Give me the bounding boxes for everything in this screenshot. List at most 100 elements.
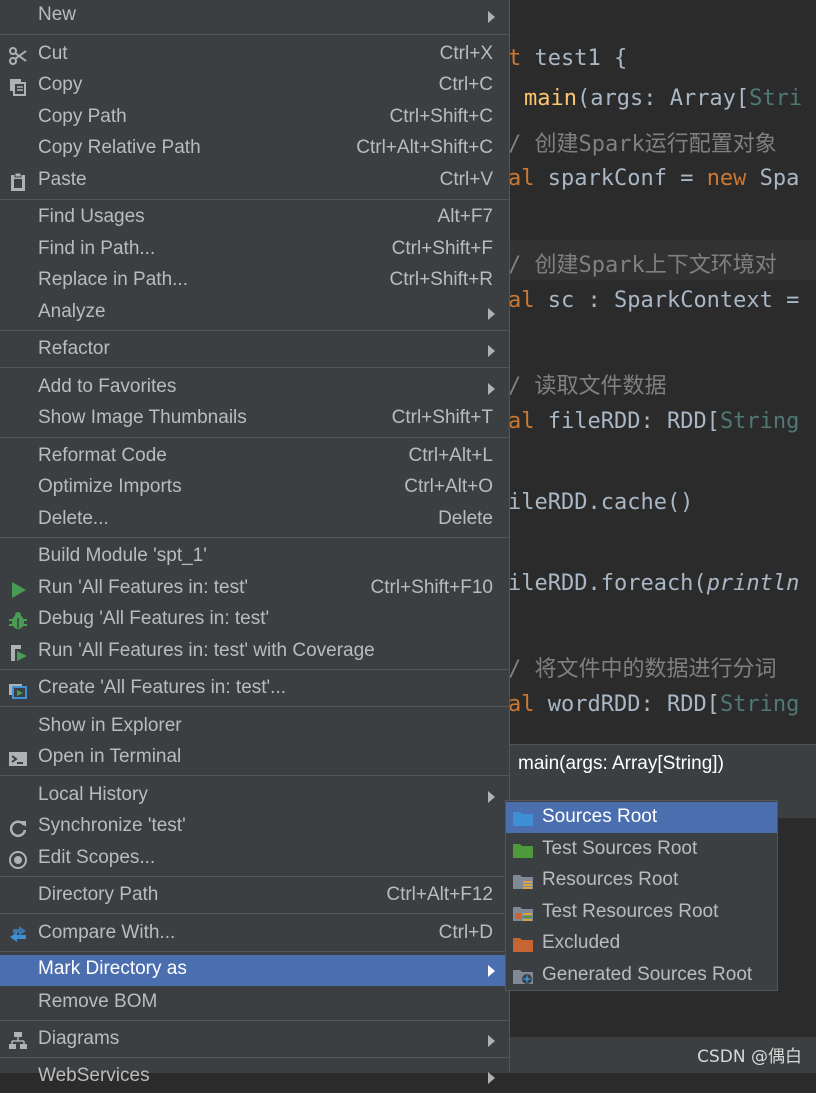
- menu-item-analyze[interactable]: Analyze: [0, 298, 509, 329]
- excluded-folder-icon: [513, 936, 533, 952]
- menu-separator: [0, 1057, 509, 1058]
- menu-item-label: Remove BOM: [38, 991, 158, 1012]
- menu-item-label: Synchronize 'test': [38, 815, 186, 836]
- shortcut-label: Delete: [438, 508, 493, 529]
- menu-item-replace-in-path[interactable]: Replace in Path... Ctrl+Shift+R: [0, 266, 509, 297]
- menu-item-label: Add to Favorites: [38, 376, 177, 397]
- menu-item-label: Build Module 'spt_1': [38, 545, 207, 566]
- submenu-item-label: Test Resources Root: [542, 901, 719, 922]
- menu-item-synchronize[interactable]: Synchronize 'test': [0, 812, 509, 843]
- menu-item-label: Mark Directory as: [38, 958, 187, 979]
- submenu-item-label: Generated Sources Root: [542, 964, 753, 985]
- menu-item-refactor[interactable]: Refactor: [0, 335, 509, 366]
- menu-item-label: Create 'All Features in: test'...: [38, 677, 287, 698]
- shortcut-label: Alt+F7: [437, 206, 493, 227]
- breadcrumb[interactable]: main(args: Array[String]): [508, 744, 816, 783]
- context-menu: New Cut Ctrl+X Copy Ctrl+C Copy Path Ctr…: [0, 0, 510, 1086]
- menu-item-optimize-imports[interactable]: Optimize Imports Ctrl+Alt+O: [0, 473, 509, 504]
- menu-item-copy[interactable]: Copy Ctrl+C: [0, 71, 509, 102]
- menu-item-label: Paste: [38, 169, 87, 190]
- menu-item-label: Run 'All Features in: test' with Coverag…: [38, 640, 375, 661]
- menu-item-edit-scopes[interactable]: Edit Scopes...: [0, 844, 509, 875]
- code-line: al sparkConf = new Spa: [508, 166, 799, 191]
- menu-item-show-in-explorer[interactable]: Show in Explorer: [0, 712, 509, 743]
- submenu-item-label: Test Sources Root: [542, 838, 698, 859]
- diagram-icon: [8, 1031, 28, 1051]
- submenu-item-sources-root[interactable]: Sources Root: [506, 802, 777, 833]
- shortcut-label: Ctrl+Shift+F10: [370, 577, 494, 598]
- submenu-item-resources-root[interactable]: Resources Root: [506, 865, 777, 896]
- menu-item-label: Local History: [38, 784, 148, 805]
- menu-item-label: Copy: [38, 74, 83, 95]
- menu-item-label: Compare With...: [38, 922, 176, 943]
- menu-item-label: Reformat Code: [38, 445, 167, 466]
- menu-item-webservices[interactable]: WebServices: [0, 1062, 509, 1093]
- menu-item-open-in-terminal[interactable]: Open in Terminal: [0, 743, 509, 774]
- type-name: String: [719, 692, 800, 717]
- code-line: al sc : SparkContext =: [508, 288, 799, 313]
- menu-separator: [0, 706, 509, 707]
- menu-item-delete[interactable]: Delete... Delete: [0, 505, 509, 536]
- menu-item-paste[interactable]: Paste Ctrl+V: [0, 166, 509, 197]
- menu-item-add-to-favorites[interactable]: Add to Favorites: [0, 373, 509, 404]
- menu-item-mark-directory-as[interactable]: Mark Directory as: [0, 955, 509, 986]
- menu-item-label: Copy Path: [38, 106, 127, 127]
- terminal-icon: [8, 749, 28, 769]
- menu-item-directory-path[interactable]: Directory Path Ctrl+Alt+F12: [0, 881, 509, 912]
- menu-item-label: Directory Path: [38, 884, 159, 905]
- code-line: main(args: Array[Stri: [524, 86, 802, 111]
- menu-item-reformat-code[interactable]: Reformat Code Ctrl+Alt+L: [0, 442, 509, 473]
- submenu-arrow-icon: [488, 11, 495, 23]
- menu-item-local-history[interactable]: Local History: [0, 781, 509, 812]
- submenu-item-excluded[interactable]: Excluded: [506, 928, 777, 959]
- menu-item-label: New: [38, 4, 77, 25]
- watermark: CSDN @偶白: [697, 1047, 802, 1067]
- code-text: println: [706, 571, 800, 596]
- menu-item-run-with-coverage[interactable]: Run 'All Features in: test' with Coverag…: [0, 637, 509, 668]
- menu-item-label: Delete...: [38, 508, 109, 529]
- menu-separator: [0, 913, 509, 914]
- copy-icon: [8, 77, 28, 97]
- code-line: al fileRDD: RDD[String: [508, 409, 799, 434]
- shortcut-label: Ctrl+Shift+C: [389, 106, 493, 127]
- menu-item-copy-path[interactable]: Copy Path Ctrl+Shift+C: [0, 103, 509, 134]
- submenu-item-generated-sources-root[interactable]: Generated Sources Root: [506, 960, 777, 991]
- menu-item-remove-bom[interactable]: Remove BOM: [0, 988, 509, 1019]
- menu-item-run[interactable]: Run 'All Features in: test' Ctrl+Shift+F…: [0, 574, 509, 605]
- menu-item-label: Cut: [38, 43, 68, 64]
- type-name: Stri: [749, 86, 803, 111]
- submenu-arrow-icon: [488, 345, 495, 357]
- code-text: (args: Array[: [576, 86, 750, 111]
- menu-item-diagrams[interactable]: Diagrams: [0, 1025, 509, 1056]
- resources-folder-icon: [513, 873, 533, 889]
- menu-item-debug[interactable]: Debug 'All Features in: test': [0, 605, 509, 636]
- menu-item-compare-with[interactable]: Compare With... Ctrl+D: [0, 919, 509, 950]
- keyword: al: [508, 409, 535, 434]
- menu-item-find-usages[interactable]: Find Usages Alt+F7: [0, 203, 509, 234]
- menu-separator: [0, 34, 509, 35]
- function-name: main: [524, 86, 577, 111]
- code-text: sparkConf =: [534, 166, 707, 191]
- menu-item-label: Copy Relative Path: [38, 137, 201, 158]
- submenu-item-test-resources-root[interactable]: Test Resources Root: [506, 897, 777, 928]
- code-line: t test1 {: [508, 46, 627, 71]
- menu-item-copy-relative-path[interactable]: Copy Relative Path Ctrl+Alt+Shift+C: [0, 134, 509, 165]
- code-line: ileRDD.foreach(println: [508, 571, 799, 596]
- shortcut-label: Ctrl+Alt+Shift+C: [356, 137, 493, 158]
- menu-separator: [0, 775, 509, 776]
- sources-root-folder-icon: [513, 810, 533, 826]
- menu-separator: [0, 199, 509, 200]
- code-text: Spa: [746, 166, 800, 191]
- submenu-arrow-icon: [488, 791, 495, 803]
- menu-item-find-in-path[interactable]: Find in Path... Ctrl+Shift+F: [0, 235, 509, 266]
- menu-separator: [0, 951, 509, 952]
- menu-item-show-image-thumbnails[interactable]: Show Image Thumbnails Ctrl+Shift+T: [0, 404, 509, 435]
- menu-item-new[interactable]: New: [0, 1, 509, 32]
- code-comment: / 创建Spark上下文环境对: [508, 253, 777, 278]
- menu-item-cut[interactable]: Cut Ctrl+X: [0, 40, 509, 71]
- menu-item-label: WebServices: [38, 1065, 150, 1086]
- submenu-item-test-sources-root[interactable]: Test Sources Root: [506, 834, 777, 865]
- menu-item-build-module[interactable]: Build Module 'spt_1': [0, 542, 509, 573]
- code-comment: / 读取文件数据: [508, 374, 667, 399]
- menu-item-create-configuration[interactable]: Create 'All Features in: test'...: [0, 674, 509, 705]
